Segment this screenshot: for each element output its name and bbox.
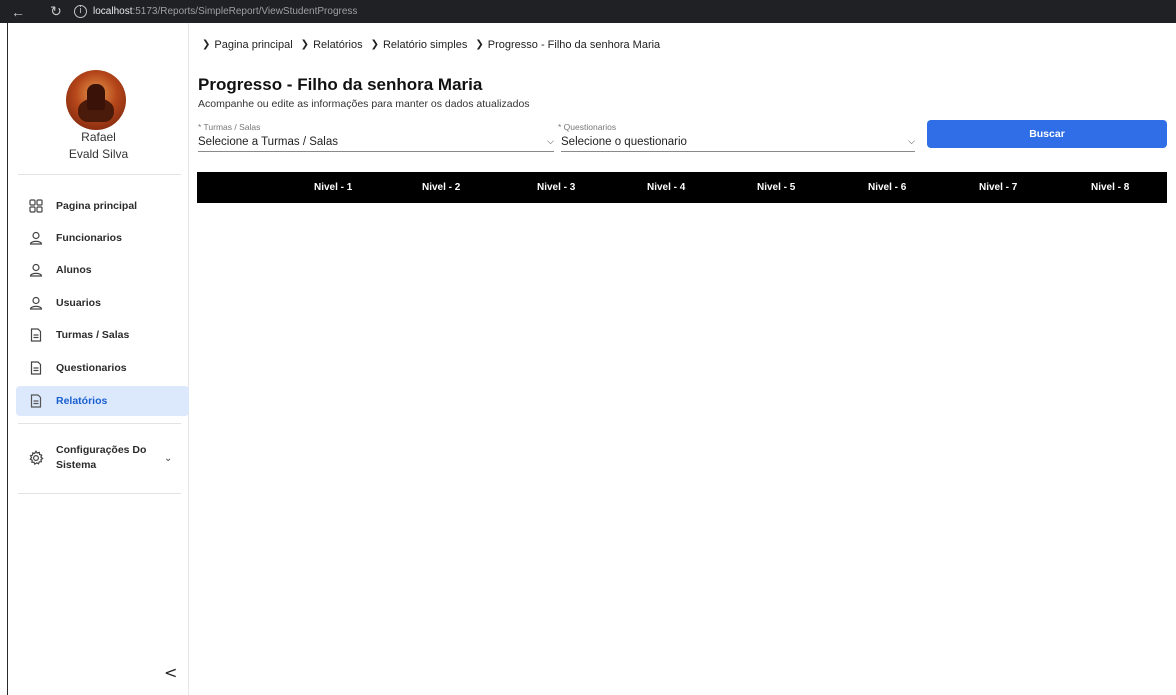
divider [18, 423, 181, 424]
sidebar-item-alunos[interactable]: Alunos [16, 255, 189, 285]
turmas-label: * Turmas / Salas [198, 122, 261, 132]
chevron-right-icon: ❯ [370, 39, 379, 50]
breadcrumb-item-current: Progresso - Filho da senhora Maria [487, 39, 661, 51]
collapse-sidebar-icon[interactable]: < [164, 663, 177, 682]
page-title: Progresso - Filho da senhora Maria [198, 75, 483, 94]
sidebar-item-label: Questionarios [56, 362, 127, 374]
sidebar-item-usuarios[interactable]: Usuarios [16, 288, 189, 318]
sidebar: Rafael Evald Silva Pagina principal Func… [8, 23, 189, 695]
chevron-down-icon: ⌵ [547, 136, 554, 147]
chevron-right-icon: ❯ [300, 39, 310, 50]
chevron-down-icon[interactable]: ⌄ [164, 453, 172, 464]
sidebar-item-configuracoes[interactable]: Configurações Do Sistema ⌄ [16, 438, 189, 478]
sidebar-item-relatorios[interactable]: Relatórios [16, 386, 189, 416]
back-arrow-icon[interactable]: ← [6, 4, 30, 20]
document-icon [16, 394, 56, 408]
chevron-right-icon: ❯ [475, 39, 484, 50]
breadcrumb-item[interactable]: Relatórios [313, 39, 363, 51]
gear-icon [16, 450, 56, 466]
turmas-select[interactable]: Selecione a Turmas / Salas ⌵ [198, 132, 554, 152]
user-icon [16, 296, 56, 310]
column-header-nivel-3: Nivel - 3 [537, 182, 576, 193]
column-header-nivel-4: Nivel - 4 [647, 182, 686, 193]
sidebar-item-label: Relatórios [56, 395, 108, 407]
column-header-nivel-5: Nivel - 5 [757, 182, 796, 193]
column-header-nivel-6: Nivel - 6 [868, 182, 907, 193]
sidebar-item-turmas-salas[interactable]: Turmas / Salas [16, 320, 189, 350]
sidebar-item-questionarios[interactable]: Questionarios [16, 353, 189, 383]
questionarios-select-value: Selecione o questionario [561, 135, 687, 148]
browser-toolbar: ← ↻ i localhost:5173/Reports/SimpleRepor… [0, 0, 1176, 23]
progress-table-header: Nivel - 1 Nivel - 2 Nivel - 3 Nivel - 4 … [197, 172, 1167, 203]
avatar[interactable] [66, 70, 126, 130]
user-last-name: Evald Silva [68, 147, 129, 161]
sidebar-item-label: Alunos [56, 264, 92, 276]
sidebar-item-label: Pagina principal [56, 200, 138, 212]
turmas-select-value: Selecione a Turmas / Salas [198, 135, 338, 148]
address-bar[interactable]: localhost:5173/Reports/SimpleReport/View… [93, 6, 357, 17]
sidebar-item-label: Usuarios [56, 297, 101, 309]
buscar-button[interactable]: Buscar [927, 120, 1167, 148]
divider [18, 493, 181, 494]
questionarios-select[interactable]: Selecione o questionario ⌵ [561, 132, 915, 152]
user-icon [16, 263, 56, 277]
sidebar-item-pagina-principal[interactable]: Pagina principal [16, 191, 189, 221]
document-icon [16, 328, 56, 342]
user-first-name: Rafael [81, 130, 116, 144]
column-header-nivel-2: Nivel - 2 [422, 182, 461, 193]
sidebar-item-label: Turmas / Salas [56, 329, 130, 341]
user-icon [16, 231, 56, 245]
breadcrumb: ❯ Pagina principal ❯ Relatórios ❯ Relató… [198, 39, 660, 51]
chevron-right-icon: ❯ [202, 39, 211, 50]
sidebar-item-funcionarios[interactable]: Funcionarios [16, 223, 189, 253]
chevron-down-icon: ⌵ [908, 136, 915, 147]
document-icon [16, 361, 56, 375]
grid-icon [16, 199, 56, 213]
breadcrumb-item[interactable]: Pagina principal [214, 39, 292, 51]
breadcrumb-item[interactable]: Relatório simples [383, 39, 467, 51]
site-info-icon[interactable]: i [74, 5, 87, 18]
divider [18, 174, 181, 175]
sidebar-item-label: Funcionarios [56, 232, 122, 244]
column-header-nivel-7: Nivel - 7 [979, 182, 1018, 193]
sidebar-item-label: Configurações Do Sistema [56, 444, 147, 471]
column-header-nivel-8: Nivel - 8 [1091, 182, 1130, 193]
page-subtitle: Acompanhe ou edite as informações para m… [198, 98, 530, 110]
reload-icon[interactable]: ↻ [44, 3, 68, 20]
column-header-nivel-1: Nivel - 1 [314, 182, 353, 193]
questionarios-label: * Questionarios [558, 122, 617, 132]
